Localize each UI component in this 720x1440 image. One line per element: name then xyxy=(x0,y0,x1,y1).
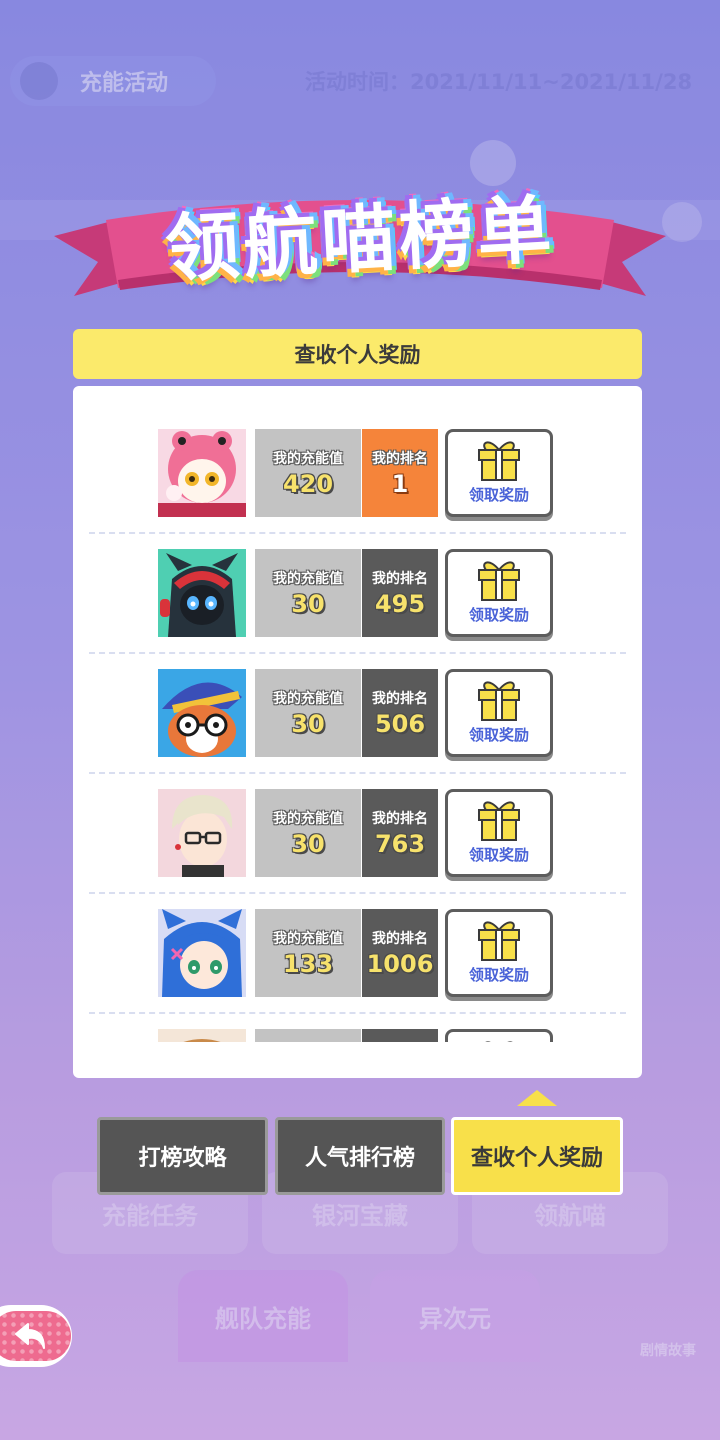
list-item: 我的充能值 133 我的排名 1006 领取奖励 xyxy=(73,866,642,1014)
charge-value: 30 xyxy=(291,830,325,858)
rank-value: 763 xyxy=(374,830,426,858)
charge-value: 133 xyxy=(282,950,334,978)
rank-cell: 我的排名 763 xyxy=(362,789,438,877)
claim-label: 领取奖励 xyxy=(468,846,529,864)
rank-cell: 我的排名 1006 xyxy=(362,909,438,997)
rank-cell: 我的排名 1 xyxy=(362,429,438,517)
rank-value: 1006 xyxy=(366,950,434,978)
back-button-face xyxy=(0,1311,71,1361)
wizard-fox-glasses-avatar xyxy=(158,669,246,757)
gift-icon xyxy=(478,561,520,601)
rank-label: 我的排名 xyxy=(372,811,428,827)
claim-label: 领取奖励 xyxy=(468,726,529,744)
gift-icon xyxy=(478,681,520,721)
rank-value: 495 xyxy=(374,590,426,618)
charge-value: 420 xyxy=(282,470,334,498)
rank-cell: 我的排名 506 xyxy=(362,669,438,757)
gift-icon xyxy=(478,441,520,481)
charge-cell xyxy=(255,1029,361,1042)
gift-icon xyxy=(478,921,520,961)
claim-reward-button[interactable]: 领取奖励 xyxy=(445,789,553,877)
charge-cell: 我的充能值 420 xyxy=(255,429,361,517)
blue-hair-cat-girl-avatar xyxy=(158,909,246,997)
back-arrow-icon xyxy=(15,1323,45,1349)
list-item xyxy=(73,986,642,1042)
list-item: 我的充能值 30 我的排名 506 领取奖励 xyxy=(73,626,642,774)
rank-label: 我的排名 xyxy=(372,931,428,947)
charge-value: 30 xyxy=(291,590,325,618)
claim-reward-button[interactable]: 领取奖励 xyxy=(445,429,553,517)
gift-icon xyxy=(485,1041,513,1042)
claim-label: 领取奖励 xyxy=(468,486,529,504)
charge-value: 30 xyxy=(291,710,325,738)
gift-icon xyxy=(478,801,520,841)
charge-label: 我的充能值 xyxy=(273,571,343,587)
list-item: 我的充能值 30 我的排名 495 领取奖励 xyxy=(73,506,642,654)
charge-cell: 我的充能值 30 xyxy=(255,549,361,637)
rank-label: 我的排名 xyxy=(372,571,428,587)
claim-label: 领取奖励 xyxy=(468,606,529,624)
charge-cell: 我的充能值 133 xyxy=(255,909,361,997)
back-button[interactable] xyxy=(0,1305,72,1367)
claim-reward-button[interactable] xyxy=(445,1029,553,1042)
rank-cell xyxy=(362,1029,438,1042)
charge-cell: 我的充能值 30 xyxy=(255,669,361,757)
black-hooded-cat-avatar xyxy=(158,549,246,637)
rank-value: 506 xyxy=(374,710,426,738)
reward-list-panel[interactable]: 我的充能值 420 我的排名 1 领取奖励 我的充能值 30 我的排名 495 … xyxy=(73,386,642,1078)
charge-cell: 我的充能值 30 xyxy=(255,789,361,877)
partial-avatar xyxy=(158,1029,246,1042)
panel-header: 查收个人奖励 xyxy=(73,329,642,379)
list-item: 我的充能值 420 我的排名 1 领取奖励 xyxy=(73,386,642,534)
tab-personal-rewards[interactable]: 查收个人奖励 xyxy=(451,1117,623,1195)
charge-label: 我的充能值 xyxy=(273,931,343,947)
charge-label: 我的充能值 xyxy=(273,691,343,707)
list-item: 我的充能值 30 我的排名 763 领取奖励 xyxy=(73,746,642,894)
charge-label: 我的充能值 xyxy=(273,811,343,827)
rank-value: 1 xyxy=(391,470,409,498)
blonde-glasses-man-avatar xyxy=(158,789,246,877)
claim-label: 领取奖励 xyxy=(468,966,529,984)
rank-cell: 我的排名 495 xyxy=(362,549,438,637)
reward-list[interactable]: 我的充能值 420 我的排名 1 领取奖励 我的充能值 30 我的排名 495 … xyxy=(73,386,642,1042)
rank-label: 我的排名 xyxy=(372,691,428,707)
tab-popularity-ranking[interactable]: 人气排行榜 xyxy=(275,1117,445,1195)
active-tab-pointer-icon xyxy=(517,1090,557,1106)
tab-strategy[interactable]: 打榜攻略 xyxy=(97,1117,268,1195)
title-banner: 领航喵榜单 xyxy=(54,150,666,318)
claim-reward-button[interactable]: 领取奖励 xyxy=(445,549,553,637)
charge-label: 我的充能值 xyxy=(273,451,343,467)
rank-label: 我的排名 xyxy=(372,451,428,467)
claim-reward-button[interactable]: 领取奖励 xyxy=(445,669,553,757)
pink-frog-hood-cat-avatar xyxy=(158,429,246,517)
claim-reward-button[interactable]: 领取奖励 xyxy=(445,909,553,997)
